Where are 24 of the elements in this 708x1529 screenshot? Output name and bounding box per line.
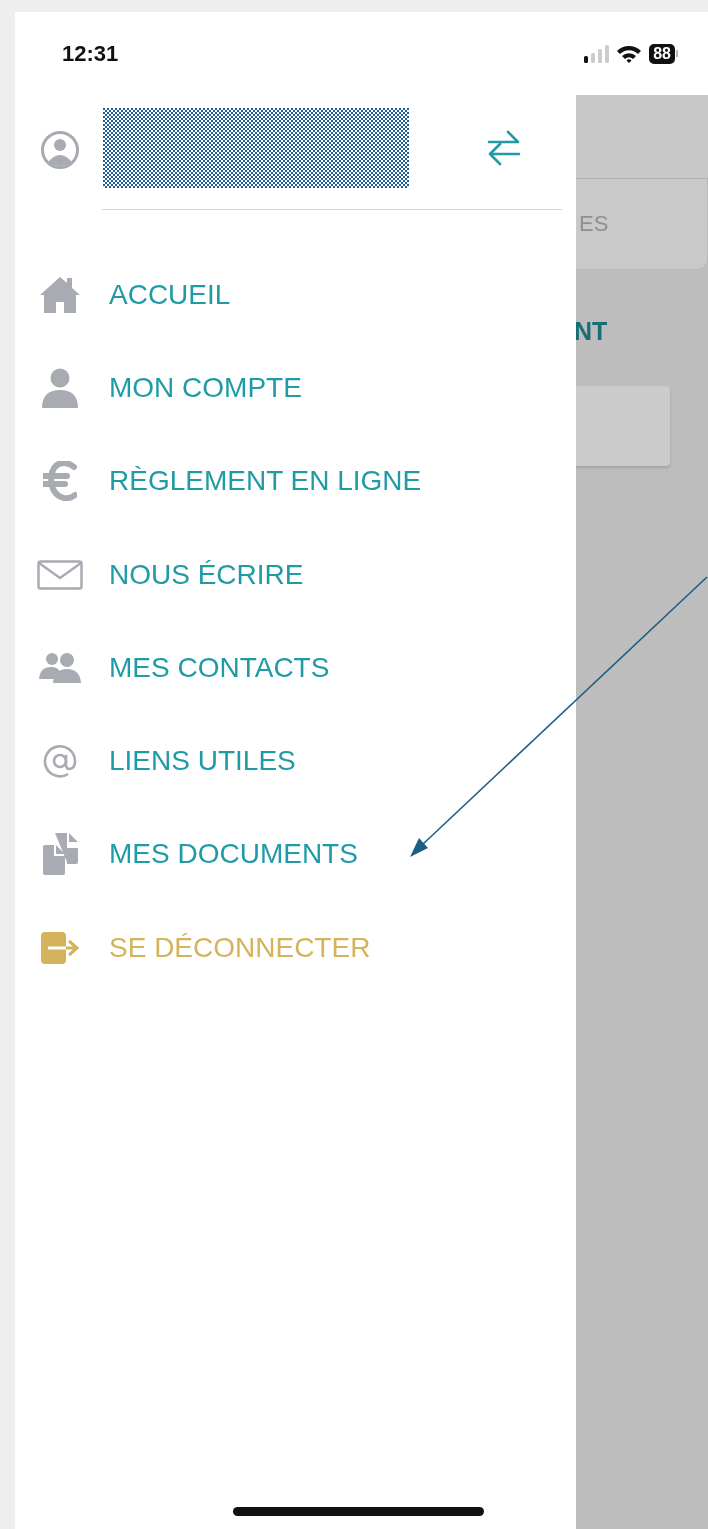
wifi-icon (616, 43, 643, 64)
menu-item[interactable]: LIENS UTILES (15, 714, 576, 808)
signal-icon (583, 43, 610, 64)
menu-item[interactable]: RÈGLEMENT EN LIGNE (15, 434, 576, 528)
menu-item[interactable]: SE DÉCONNECTER (15, 901, 576, 995)
status-time: 12:31 (62, 40, 119, 67)
person-icon (40, 367, 79, 408)
menu-item[interactable]: ACCUEIL (15, 248, 576, 342)
menu-item[interactable]: MES DOCUMENTS (15, 807, 576, 902)
envelope-icon (36, 559, 83, 590)
exit-icon (39, 930, 80, 965)
menu-item[interactable]: MON COMPTE (15, 341, 576, 435)
people-icon (37, 651, 82, 684)
avatar-icon (40, 129, 80, 170)
tab[interactable]: ES (576, 179, 708, 270)
section-heading: NT (576, 317, 609, 346)
euro-icon (42, 461, 77, 502)
documents-icon (40, 832, 79, 877)
menu-item[interactable]: MES CONTACTS (15, 621, 576, 715)
home-icon (38, 275, 81, 314)
battery-icon: 88 (649, 43, 678, 64)
menu-item[interactable]: NOUS ÉCRIRE (15, 527, 576, 622)
at-sign-icon (41, 743, 78, 780)
swap-arrows-icon[interactable] (486, 128, 522, 167)
